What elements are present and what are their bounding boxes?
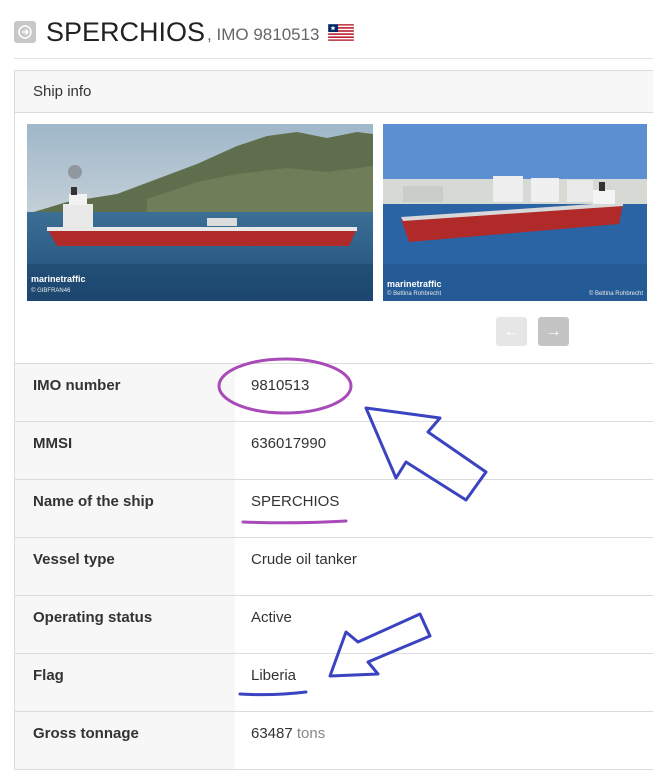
row-label: IMO number [15, 364, 235, 421]
arrow-right-icon: → [545, 322, 562, 340]
row-value: 9810513 [235, 364, 653, 421]
table-row-imo: IMO number 9810513 [15, 363, 653, 421]
arrow-left-icon: ← [503, 322, 520, 340]
vessel-type-value: Crude oil tanker [251, 551, 357, 568]
page-header: SPERCHIOS , IMO 9810513 [14, 14, 354, 50]
gross-tonnage-value: 63487 [251, 725, 293, 742]
table-row-mmsi: MMSI 636017990 [15, 421, 653, 479]
row-label: Name of the ship [15, 480, 235, 537]
gross-tonnage-unit: tons [296, 725, 326, 742]
ship-photo-2[interactable]: marinetraffic © Bettina Rohbrecht © Bett… [383, 124, 647, 301]
table-row-flag: Flag Liberia [15, 653, 653, 711]
table-row-vessel-type: Vessel type Crude oil tanker [15, 537, 653, 595]
imo-value: 9810513 [251, 377, 310, 394]
ship-info-panel: Ship info marinetraffic © GIBFRAN46 mari… [14, 70, 653, 770]
ship-info-table: IMO number 9810513 MMSI 636017990 Name o… [15, 363, 653, 769]
row-label: Vessel type [15, 538, 235, 595]
arrow-right-icon [18, 25, 32, 39]
gallery-next-button[interactable]: → [538, 317, 569, 346]
ship-photo-2-image [383, 124, 647, 301]
liberia-flag-icon [327, 23, 354, 46]
photo-1-credit: © GIBFRAN46 [31, 288, 71, 294]
ship-name-title: SPERCHIOS [46, 16, 206, 47]
back-arrow-button[interactable] [14, 21, 36, 43]
row-value: SPERCHIOS [235, 480, 653, 537]
table-row-gross-tonnage: Gross tonnage 63487 tons [15, 711, 653, 769]
table-row-name: Name of the ship SPERCHIOS [15, 479, 653, 537]
header-divider [14, 58, 653, 59]
photo-2-watermark: marinetraffic [387, 279, 442, 289]
flag-value: Liberia [251, 667, 297, 684]
photo-1-watermark: marinetraffic [31, 274, 86, 284]
row-value: 636017990 [235, 422, 653, 479]
photo-2-credit-right: © Bettina Rohbrecht [588, 291, 643, 297]
gallery-prev-button[interactable]: ← [496, 317, 527, 346]
row-label: MMSI [15, 422, 235, 479]
row-value: Active [235, 596, 653, 653]
operating-status-value: Active [251, 609, 292, 626]
row-value: Liberia [235, 654, 653, 711]
mmsi-value: 636017990 [251, 435, 327, 452]
row-label: Flag [15, 654, 235, 711]
row-value: 63487 tons [235, 712, 653, 769]
row-value: Crude oil tanker [235, 538, 653, 595]
table-row-operating-status: Operating status Active [15, 595, 653, 653]
photo-2-credit: © Bettina Rohbrecht [387, 291, 442, 297]
panel-title: Ship info [15, 71, 653, 113]
row-label: Operating status [15, 596, 235, 653]
ship-photo-1[interactable]: marinetraffic © GIBFRAN46 [27, 124, 373, 301]
row-label: Gross tonnage [15, 712, 235, 769]
ship-name-value: SPERCHIOS [251, 493, 340, 510]
ship-imo-subtitle: , IMO 9810513 [207, 25, 320, 44]
